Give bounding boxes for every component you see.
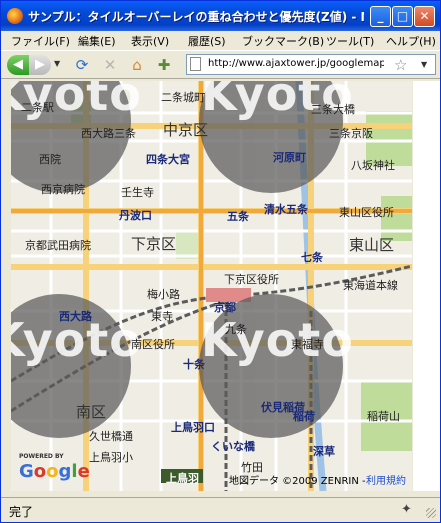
map-label: 久世橋通 [89,430,133,443]
maximize-button[interactable]: □ [392,6,413,27]
map-label: 西大路 [59,310,92,323]
map-label: 下京区 [131,235,177,253]
status-bar: 完了 ✦ [1,497,440,522]
browser-window: サンプル：タイルオーバーレイの重ね合わせと優先度(Z値) - Mozilla F… [0,0,441,523]
map-label: 三条大橋 [311,103,355,116]
map-label: 京都 [214,301,236,314]
menu-bookmarks[interactable]: ブックマーク(B) [242,33,324,49]
map-copyright: 地図データ ©2009 ZENRIN - [229,476,366,487]
map-label: 二条駅 [21,101,54,114]
menu-view[interactable]: 表示(V) [131,33,169,49]
map-label: 西院 [39,153,61,166]
map-label: 東海道本線 [343,279,398,292]
terms-link[interactable]: 利用規約 [366,472,406,487]
map-view[interactable]: Kyoto Kyoto Kyoto Kyoto 二条城町 中京区 三条大橋 二条… [11,81,412,491]
map-label: くいな橋 [211,440,255,453]
window-title: サンプル：タイルオーバーレイの重ね合わせと優先度(Z値) - Mozilla F… [28,10,364,24]
activity-icon: ✦ [401,502,412,517]
map-label: 清水五条 [264,203,308,216]
map-label: 七条 [301,251,323,264]
bookmark-add-icon[interactable]: ✚ [155,56,173,74]
map-label: 西京病院 [41,183,85,196]
url-bar[interactable]: http://www.ajaxtower.jp/googlemaps/ ☆ ▼ [186,54,436,75]
map-label: 下京区役所 [224,273,279,286]
status-text: 完了 [9,505,34,519]
map-label: 梅小路 [147,288,180,301]
map-label: 五条 [227,210,249,223]
navigation-toolbar: ◀ ▶ ▼ ⟳ ✕ ⌂ ✚ http://www.ajaxtower.jp/go… [1,50,440,79]
reload-icon[interactable]: ⟳ [73,56,91,74]
map-label: 壬生寺 [121,186,154,199]
url-dropdown-icon[interactable]: ▼ [421,60,427,69]
url-text[interactable]: http://www.ajaxtower.jp/googlemaps/ [208,58,384,69]
map-label: 八坂神社 [351,159,395,172]
map-label: 二条城町 [161,91,205,104]
map-label: 東福寺 [291,338,324,351]
menu-help[interactable]: ヘルプ(H) [386,33,436,49]
menu-edit[interactable]: 編集(E) [78,33,116,49]
page-right-margin [413,81,440,491]
menu-tools[interactable]: ツール(T) [326,33,374,49]
powered-by-label: POWERED BY [19,453,64,460]
map-label: 上鳥羽 [166,472,199,485]
map-label: 東山区役所 [339,206,394,219]
map-label: 京都武田病院 [25,239,91,252]
map-label: 丹波口 [119,209,152,222]
history-dropdown-icon[interactable]: ▼ [54,59,62,71]
menu-history[interactable]: 履歴(S) [188,33,226,49]
map-label: 稲荷 [293,410,315,423]
map-label: 三条京阪 [329,127,373,140]
map-label: 十条 [183,358,205,371]
map-label: 東山区 [349,236,395,254]
map-label: 中京区 [163,121,209,139]
overlay-kyoto-4: Kyoto [201,313,354,367]
map-label: 南区役所 [131,338,175,351]
home-icon[interactable]: ⌂ [128,56,146,74]
google-logo[interactable]: Google [19,461,90,482]
map-label: 稲荷山 [367,410,400,423]
map-label: 河原町 [273,151,306,164]
map-label: 上鳥羽口 [171,421,215,434]
map-label: 四条大宮 [146,153,190,166]
map-label: 東寺 [151,310,173,323]
firefox-icon [7,8,23,24]
stop-icon[interactable]: ✕ [101,56,119,74]
star-icon[interactable]: ☆ [394,56,407,74]
title-bar[interactable]: サンプル：タイルオーバーレイの重ね合わせと優先度(Z値) - Mozilla F… [1,1,440,31]
minimize-button[interactable]: _ [370,6,391,27]
map-label: 深草 [313,445,335,458]
forward-button[interactable]: ▶ [29,55,51,75]
back-button[interactable]: ◀ [7,55,29,75]
map-label: 上鳥羽小 [89,451,133,464]
map-label: 西大路三条 [81,127,136,140]
page-icon [190,57,201,71]
map-label: 南区 [76,403,107,421]
resize-grip[interactable] [426,508,436,518]
close-button[interactable]: ✕ [414,6,435,27]
menu-file[interactable]: ファイル(F) [11,33,70,49]
menu-bar: ファイル(F) 編集(E) 表示(V) 履歴(S) ブックマーク(B) ツール(… [1,31,440,50]
map-label: 九条 [225,323,247,336]
